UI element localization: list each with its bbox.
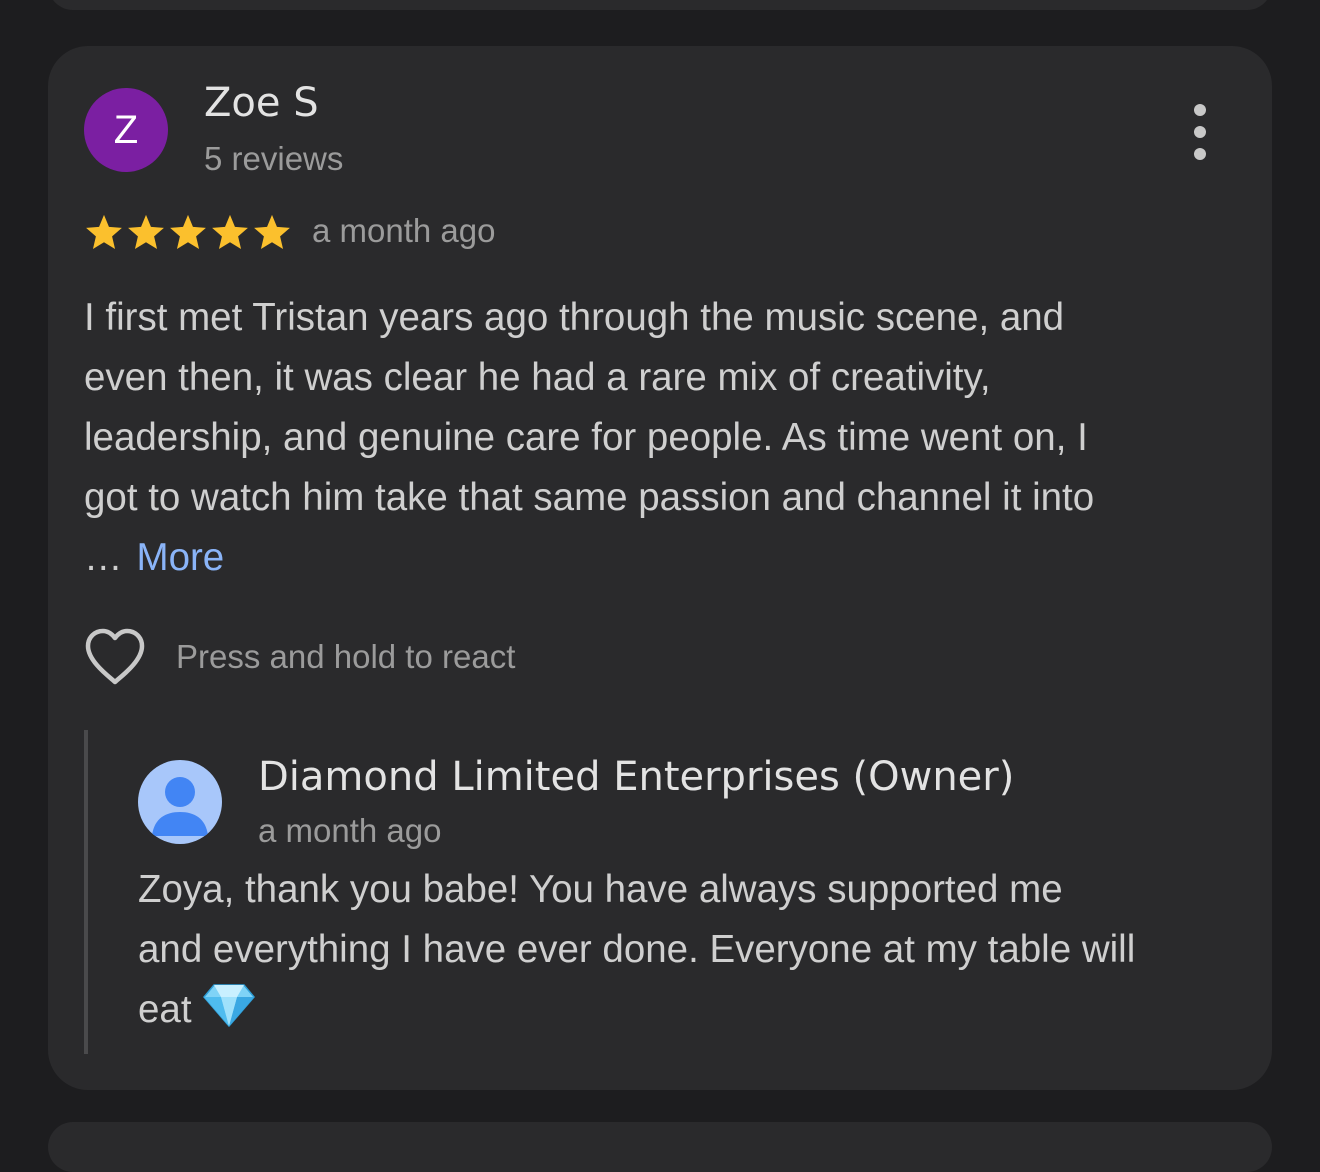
star-icon	[252, 212, 292, 252]
owner-reply-time: a month ago	[258, 812, 442, 849]
reply-line: and everything I have ever done. Everyon…	[138, 928, 1136, 971]
menu-dot	[1194, 126, 1206, 138]
review-time: a month ago	[312, 212, 496, 249]
star-icon	[168, 212, 208, 252]
review-line: got to watch him take that same passion …	[84, 476, 1095, 519]
star-rating	[84, 212, 292, 252]
heart-outline-icon[interactable]	[84, 628, 146, 686]
star-icon	[210, 212, 250, 252]
ellipsis: …	[84, 536, 123, 579]
gem-icon	[202, 982, 256, 1046]
more-vert-icon[interactable]	[1184, 104, 1216, 160]
react-row[interactable]: Press and hold to react	[84, 628, 515, 686]
reviewer-name[interactable]: Zoe S	[204, 80, 319, 126]
more-link[interactable]: More	[137, 536, 225, 579]
reply-line: Zoya, thank you babe! You have always su…	[138, 868, 1063, 911]
star-icon	[84, 212, 124, 252]
avatar-letter: Z	[113, 107, 139, 152]
owner-name: Diamond Limited Enterprises (Owner)	[258, 754, 1015, 800]
previous-review-card	[48, 0, 1272, 10]
reply-divider	[84, 730, 88, 1054]
owner-reply: Diamond Limited Enterprises (Owner) a mo…	[84, 730, 1234, 1054]
owner-reply-body: Zoya, thank you babe! You have always su…	[138, 860, 1238, 1046]
reply-line: eat	[138, 988, 192, 1031]
review-more-line: … More	[84, 528, 1234, 588]
review-line: leadership, and genuine care for people.…	[84, 416, 1088, 459]
reply-last-line: eat	[138, 980, 1238, 1046]
reviewer-review-count[interactable]: 5 reviews	[204, 140, 343, 178]
review-line: I first met Tristan years ago through th…	[84, 296, 1065, 339]
star-icon	[126, 212, 166, 252]
menu-dot	[1194, 104, 1206, 116]
review-line: even then, it was clear he had a rare mi…	[84, 356, 991, 399]
reviewer-avatar[interactable]: Z	[84, 88, 168, 172]
review-body: I first met Tristan years ago through th…	[84, 288, 1234, 588]
person-icon[interactable]	[138, 760, 222, 844]
react-label: Press and hold to react	[176, 638, 516, 675]
menu-dot	[1194, 148, 1206, 160]
review-card: Z Zoe S 5 reviews a month ago I first me…	[48, 46, 1272, 1090]
